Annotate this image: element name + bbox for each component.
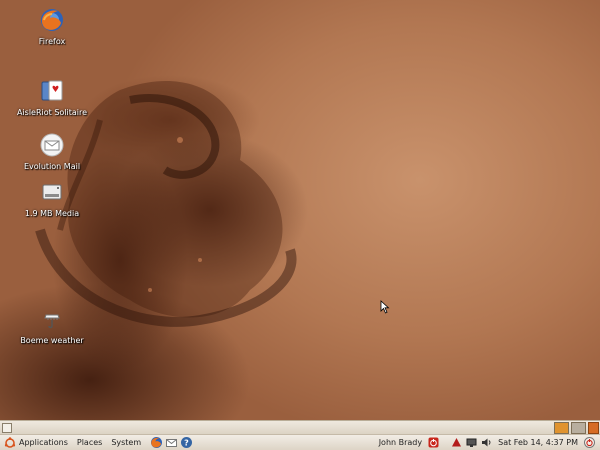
desktop-icon-evolution-mail[interactable]: Evolution Mail [7,130,97,171]
help-icon[interactable]: ? [180,436,193,449]
clock[interactable]: Sat Feb 14, 4:37 PM [498,438,578,447]
places-menu[interactable]: Places [77,438,102,447]
system-menu[interactable]: System [111,438,141,447]
trash-icon[interactable] [588,422,599,434]
desktop-icon-label: Boeme weather [20,336,84,345]
mouse-cursor-icon [380,300,390,314]
top-panel: Applications Places System ? John Brady … [0,434,600,450]
workspace-1[interactable] [554,422,569,434]
desktop-icon-label: AisleRiot Solitaire [16,108,88,117]
applications-menu[interactable]: Applications [0,435,77,450]
window-list-panel [0,420,600,434]
ubuntu-logo-icon [4,436,16,448]
volume-icon[interactable] [481,437,492,448]
update-notifier-icon[interactable] [451,437,462,448]
firefox-icon [37,5,67,35]
workspace-2[interactable] [571,422,586,434]
svg-text:?: ? [184,439,189,448]
desktop-background: Firefox AisleRiot Solitaire Evolution Ma… [0,0,600,420]
user-switcher[interactable]: John Brady [379,438,422,447]
desktop-icon-label: Evolution Mail [23,162,81,171]
show-desktop-button[interactable] [2,423,12,433]
mail-envelope-icon [37,130,67,160]
mail-icon[interactable] [165,436,178,449]
desktop-icon-firefox[interactable]: Firefox [7,5,97,46]
shutdown-icon[interactable] [428,437,439,448]
solitaire-cards-icon [37,76,67,106]
desktop-icon-weather[interactable]: Boeme weather [7,304,97,345]
desktop-icon-label: 1.9 MB Media [24,209,80,218]
desktop-icon-label: Firefox [38,37,66,46]
floppy-drive-icon [37,177,67,207]
weather-icon [37,304,67,334]
desktop-icon-media[interactable]: 1.9 MB Media [7,177,97,218]
applications-menu-label: Applications [19,438,68,447]
quit-icon[interactable] [584,437,595,448]
desktop-icon-solitaire[interactable]: AisleRiot Solitaire [7,76,97,117]
network-icon[interactable] [466,437,477,448]
firefox-icon[interactable] [150,436,163,449]
